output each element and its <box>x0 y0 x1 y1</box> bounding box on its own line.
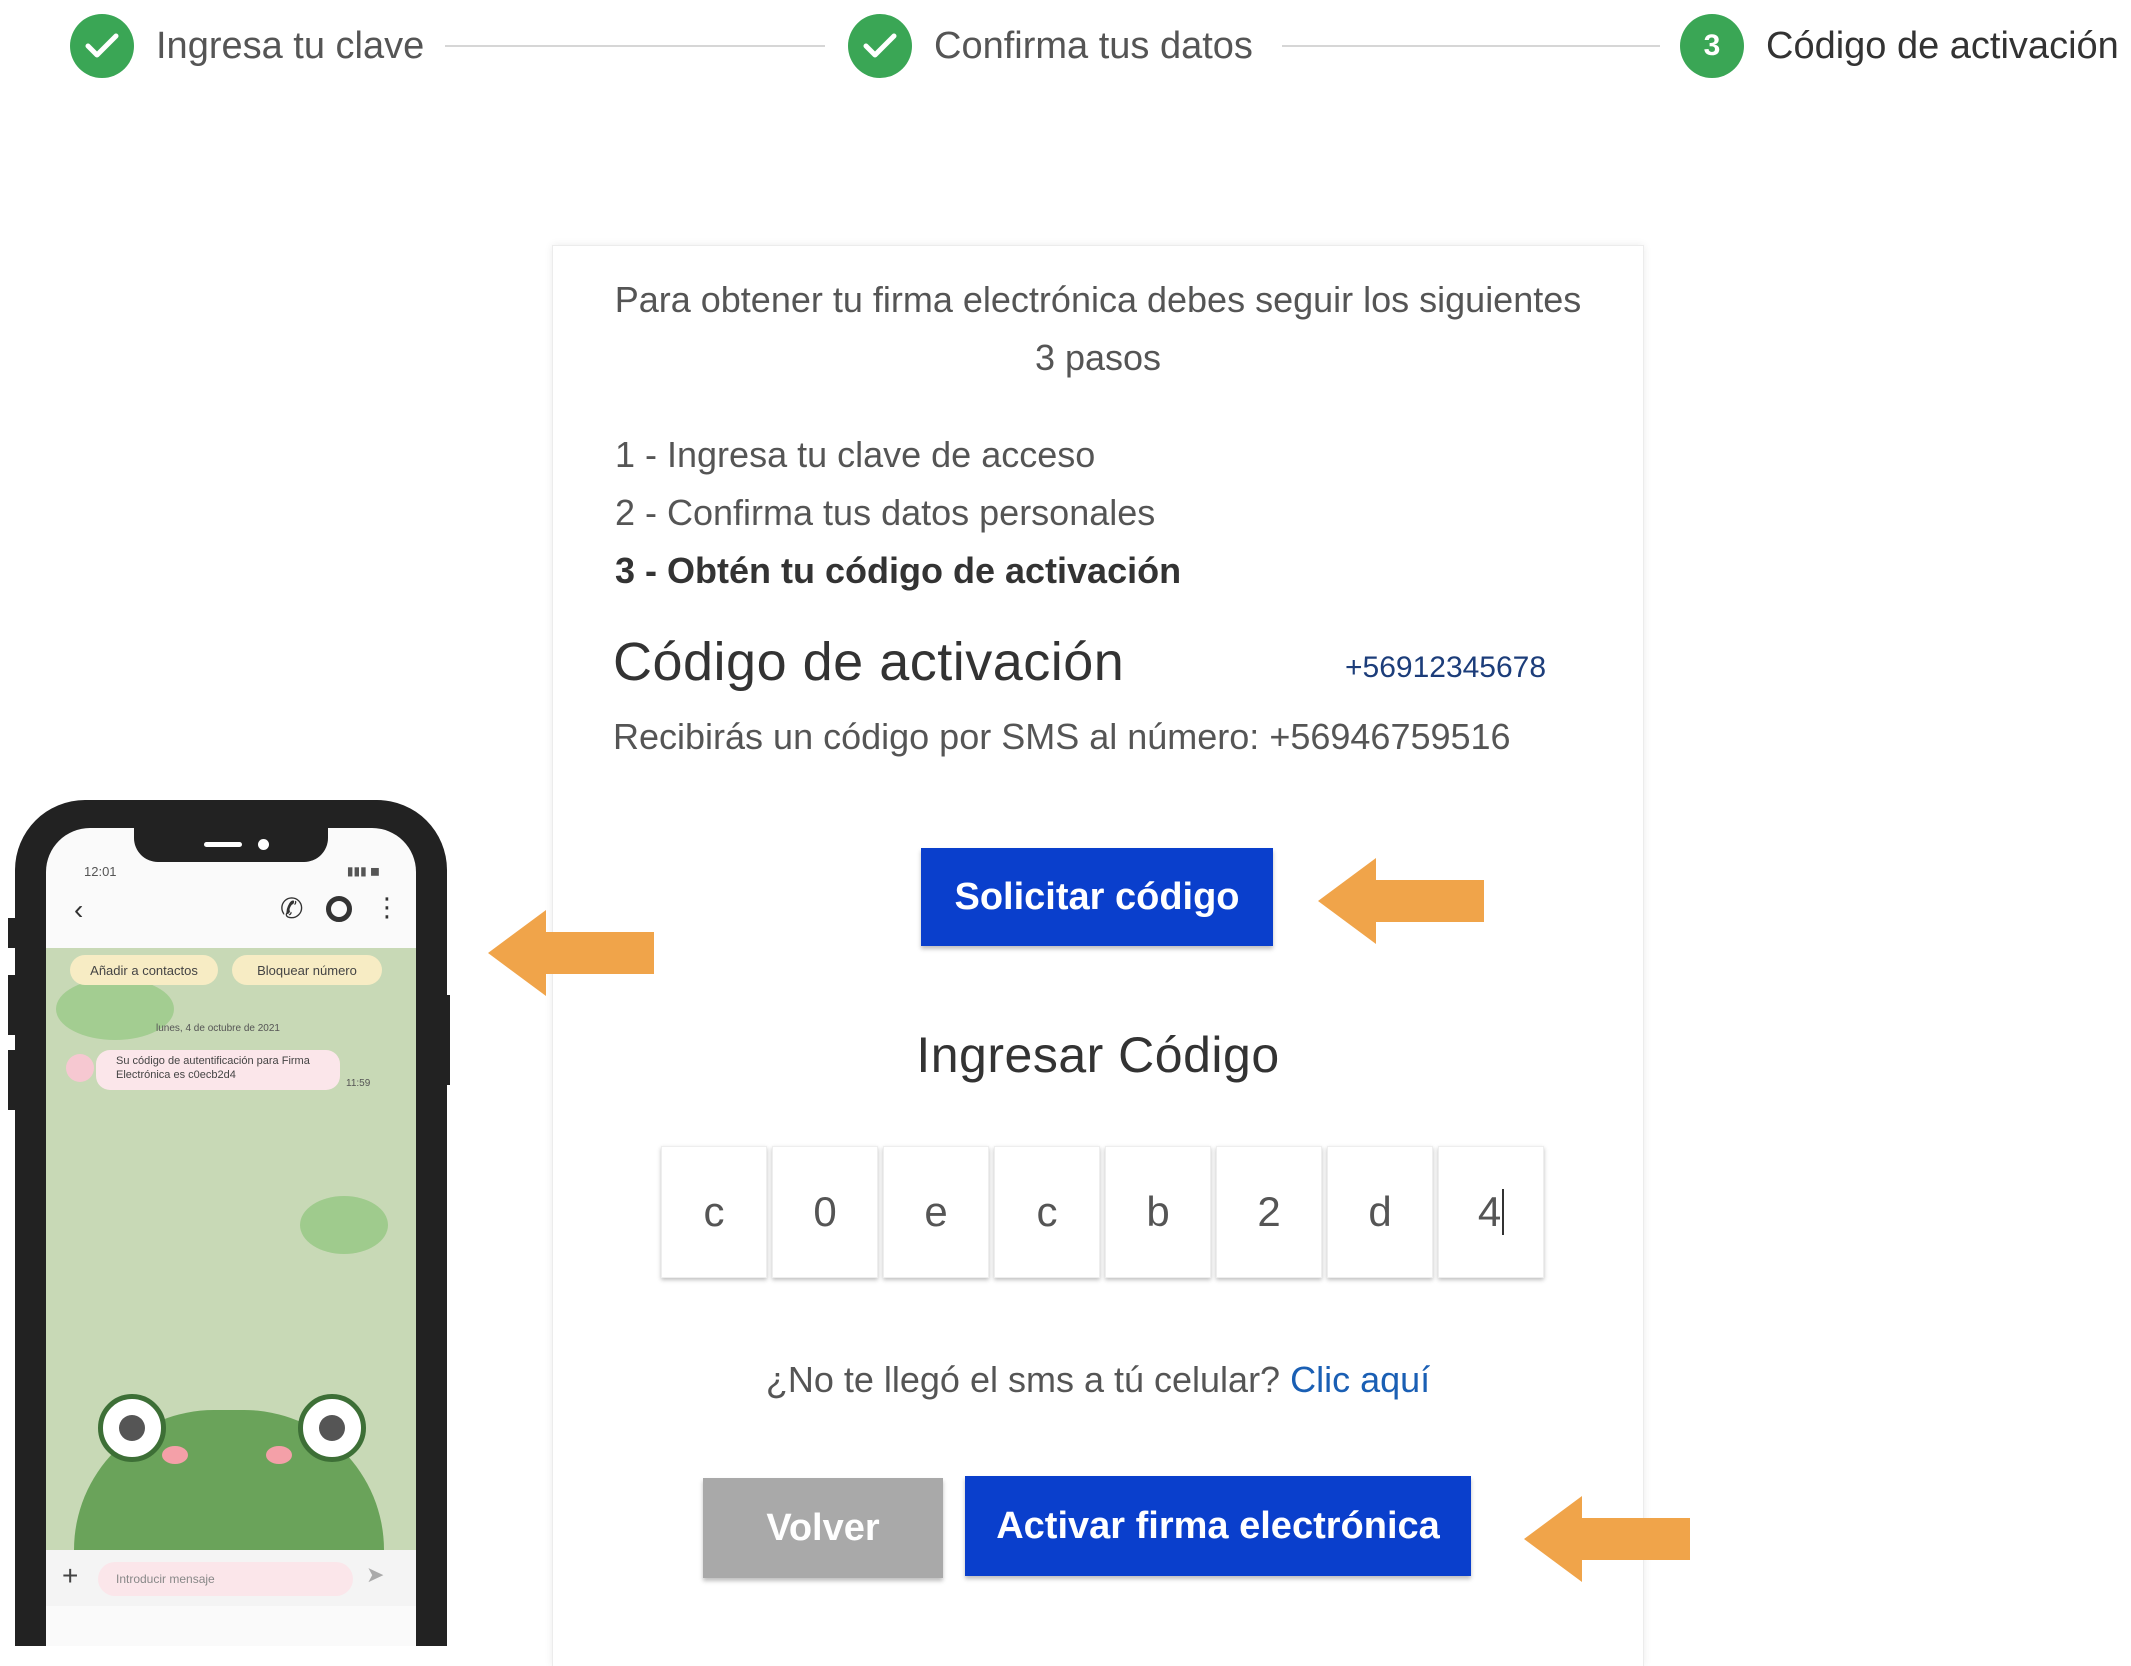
arrow-left-icon <box>488 910 654 996</box>
resend-row: ¿No te llegó el sms a tú celular? Clic a… <box>553 1359 1643 1401</box>
step-label: Código de activación <box>1766 24 2119 67</box>
step-1: Ingresa tu clave <box>70 14 424 78</box>
resend-link[interactable]: Clic aquí <box>1290 1359 1430 1400</box>
request-code-button[interactable]: Solicitar código <box>921 848 1273 946</box>
code-input-group: c 0 e c b 2 d 4 <box>661 1146 1544 1278</box>
code-char-input[interactable]: c <box>994 1146 1100 1278</box>
back-button[interactable]: Volver <box>703 1478 943 1578</box>
steps-list: 1 - Ingresa tu clave de acceso 2 - Confi… <box>615 426 1181 600</box>
send-icon[interactable]: ➤ <box>366 1562 384 1588</box>
code-char-input[interactable]: e <box>883 1146 989 1278</box>
activation-card: Para obtener tu firma electrónica debes … <box>552 245 1644 1666</box>
intro-text: Para obtener tu firma electrónica debes … <box>614 279 1582 378</box>
phone-screen: 12:01 ▮▮▮ ◼ ‹ ✆ ⋮ Añadir a contactos Blo… <box>46 828 416 1646</box>
step-label: Ingresa tu clave <box>156 24 425 67</box>
phone-notch <box>134 828 328 862</box>
more-options-icon[interactable]: ⋮ <box>374 892 400 923</box>
phone-annotation: +56912345678 <box>1345 651 1547 684</box>
frog-illustration <box>74 1394 384 1550</box>
code-char: 4 <box>1477 1188 1502 1235</box>
video-call-icon[interactable] <box>326 896 352 922</box>
phone-call-icon[interactable]: ✆ <box>280 892 303 925</box>
arrow-left-icon <box>1318 858 1484 944</box>
step-connector <box>1282 45 1660 47</box>
list-item: 3 - Obtén tu código de activación <box>615 550 1182 591</box>
check-icon <box>848 14 912 78</box>
phone-status-icons: ▮▮▮ ◼ <box>346 864 380 878</box>
message-input[interactable]: Introducir mensaje <box>98 1562 353 1596</box>
stepper: Ingresa tu clave Confirma tus datos 3 Có… <box>0 0 2131 100</box>
block-number-chip[interactable]: Bloquear número <box>232 955 382 985</box>
message-input-bar: + Introducir mensaje ➤ <box>46 1550 416 1606</box>
phone-status-time: 12:01 <box>84 864 117 879</box>
phone-chat-header: ‹ ✆ ⋮ <box>46 886 416 942</box>
code-char-input[interactable]: d <box>1327 1146 1433 1278</box>
code-char-input[interactable]: b <box>1105 1146 1211 1278</box>
add-contact-chip[interactable]: Añadir a contactos <box>70 955 218 985</box>
code-char-input[interactable]: 2 <box>1216 1146 1322 1278</box>
enter-code-title: Ingresar Código <box>916 1027 1280 1083</box>
message-time: 11:59 <box>346 1078 371 1089</box>
step-2: Confirma tus datos <box>848 14 1253 78</box>
chat-date: lunes, 4 de octubre de 2021 <box>156 1023 280 1034</box>
step-connector <box>445 45 825 47</box>
text-cursor <box>1502 1189 1505 1235</box>
sms-info-text: Recibirás un código por SMS al número: +… <box>613 716 1511 757</box>
code-char-input[interactable]: 0 <box>772 1146 878 1278</box>
arrow-left-icon <box>1524 1496 1690 1582</box>
code-char-input-last[interactable]: 4 <box>1438 1146 1544 1278</box>
plus-icon[interactable]: + <box>62 1560 78 1592</box>
resend-text: ¿No te llegó el sms a tú celular? <box>765 1359 1281 1400</box>
back-chevron-icon[interactable]: ‹ <box>74 894 83 926</box>
list-item: 1 - Ingresa tu clave de acceso <box>615 434 1096 475</box>
activate-signature-button[interactable]: Activar firma electrónica <box>965 1476 1471 1576</box>
chat-area: Añadir a contactos Bloquear número lunes… <box>46 948 416 1550</box>
section-title: Código de activación <box>613 632 1125 692</box>
step-label: Confirma tus datos <box>934 24 1253 67</box>
phone-mockup: 12:01 ▮▮▮ ◼ ‹ ✆ ⋮ Añadir a contactos Blo… <box>15 800 447 1646</box>
sms-message-bubble: Su código de autentificación para Firma … <box>96 1050 340 1090</box>
lily-pad-decoration <box>300 1196 388 1254</box>
list-item: 2 - Confirma tus datos personales <box>615 492 1156 533</box>
check-icon <box>70 14 134 78</box>
code-char-input[interactable]: c <box>661 1146 767 1278</box>
step-number: 3 <box>1680 14 1744 78</box>
avatar <box>66 1054 94 1082</box>
step-3: 3 Código de activación <box>1680 14 2119 78</box>
